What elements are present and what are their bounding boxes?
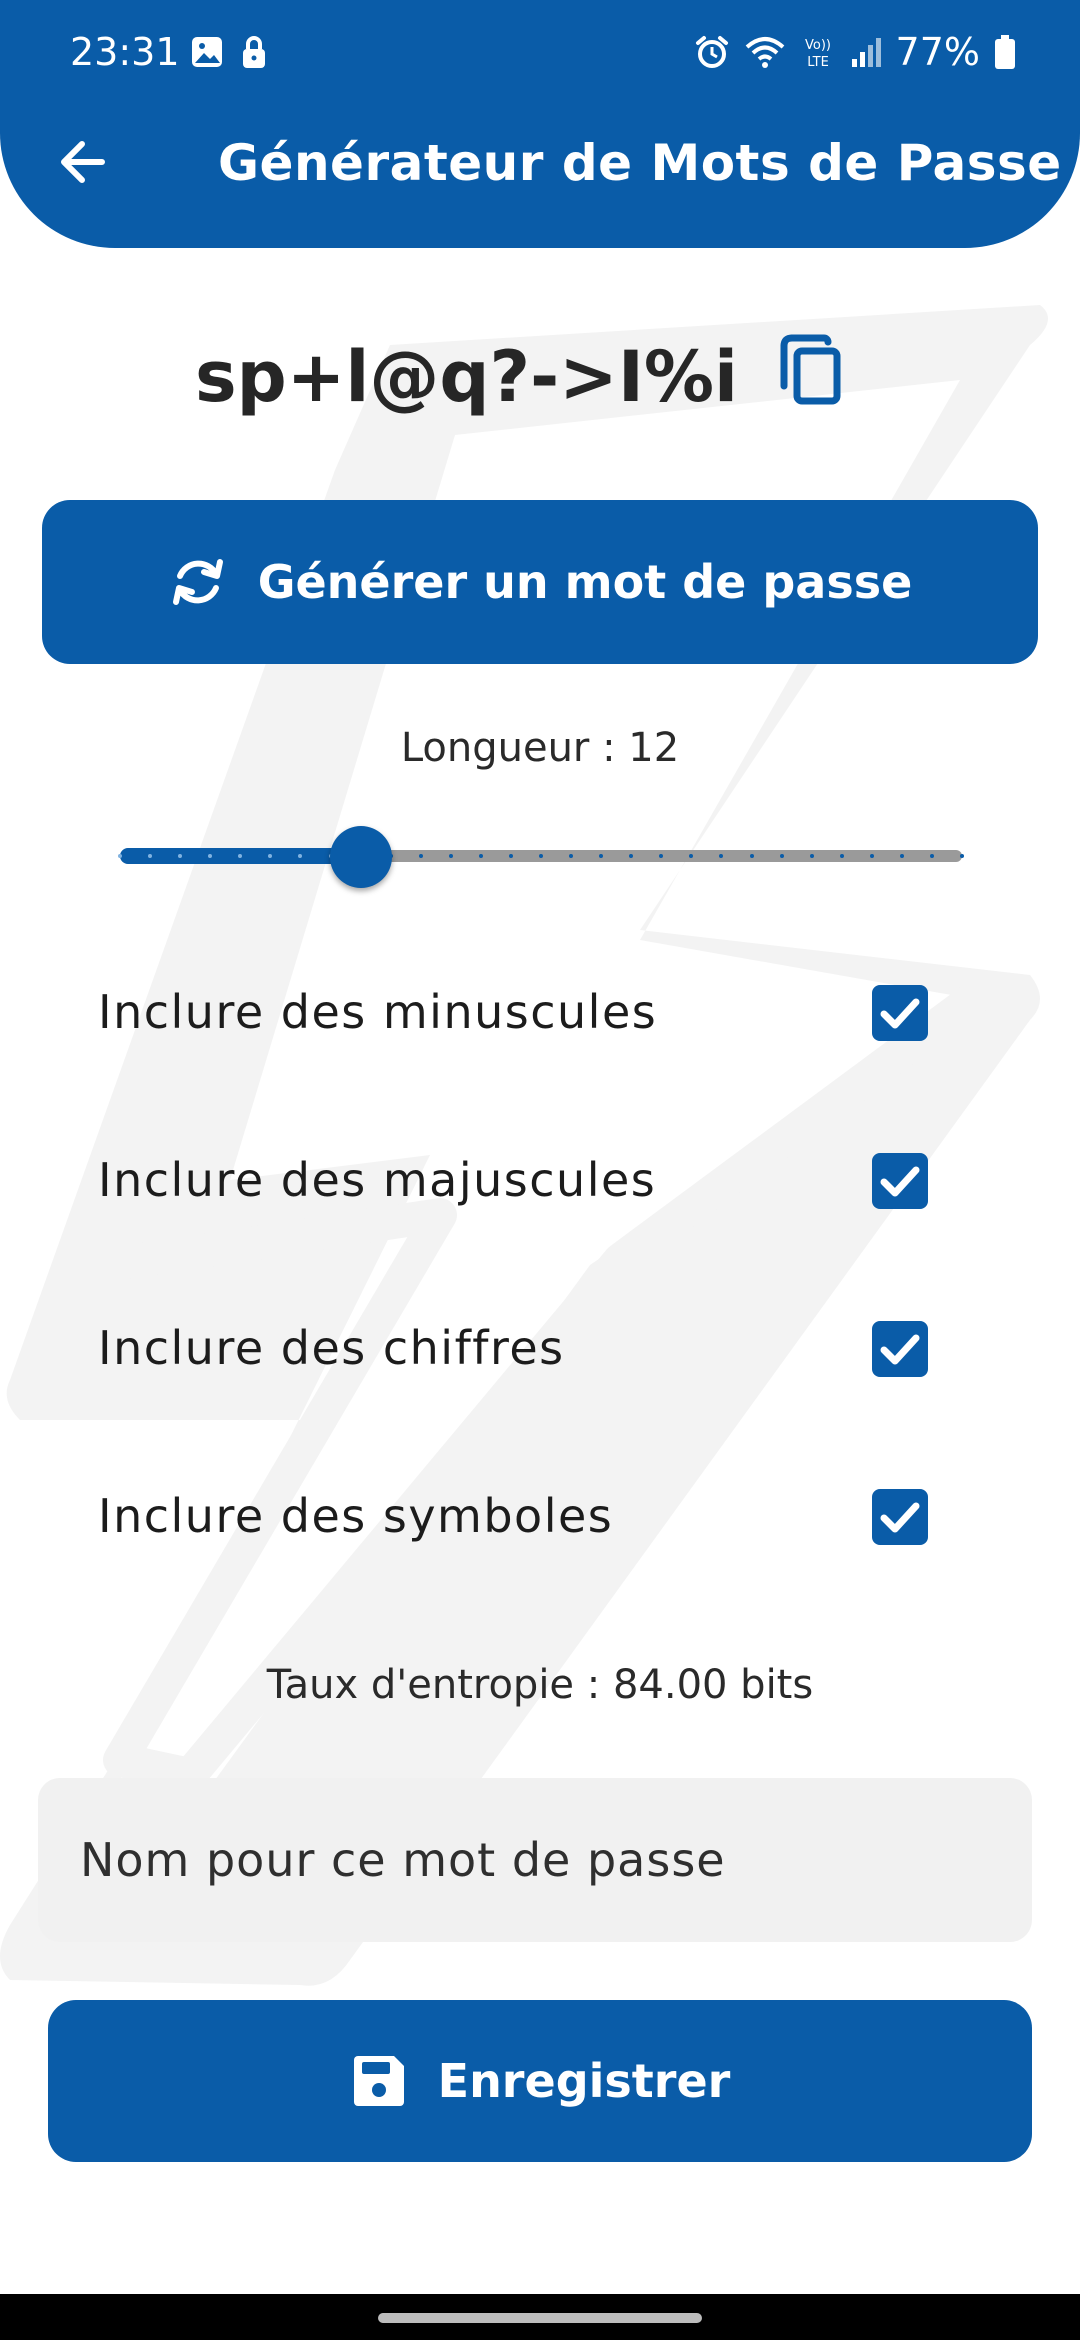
home-indicator[interactable] <box>378 2313 702 2323</box>
option-lowercase[interactable]: Inclure des minuscules <box>0 955 1080 1065</box>
option-digits[interactable]: Inclure des chiffres <box>0 1291 1080 1401</box>
page-title: Générateur de Mots de Passe <box>218 134 1062 192</box>
slider-tick <box>839 854 844 858</box>
option-label: Inclure des majuscules <box>98 1153 657 1207</box>
save-button-label: Enregistrer <box>437 2054 731 2108</box>
slider-tick <box>539 854 543 858</box>
check-icon <box>880 998 920 1029</box>
app-header: 23:31 Vo)) LTE 77% Générateur de Mots de… <box>0 0 1080 248</box>
signal-icon <box>851 38 881 67</box>
length-slider[interactable] <box>118 826 964 888</box>
save-button[interactable]: Enregistrer <box>48 2000 1032 2162</box>
slider-tick <box>418 854 423 858</box>
status-time: 23:31 <box>70 30 180 74</box>
lowercase-checkbox[interactable] <box>872 985 928 1041</box>
option-label: Inclure des chiffres <box>98 1321 565 1375</box>
generated-password: sp+l@q?->I%i <box>195 336 739 418</box>
svg-text:Vo)): Vo)) <box>805 38 831 53</box>
status-left-icons <box>190 34 268 70</box>
option-label: Inclure des symboles <box>98 1489 614 1543</box>
slider-tick <box>118 854 122 858</box>
entropy-label: Taux d'entropie : 84.00 bits <box>266 1662 814 1708</box>
copy-icon[interactable] <box>778 332 844 406</box>
generate-button-label: Générer un mot de passe <box>257 555 913 609</box>
arrow-left-icon[interactable] <box>52 130 116 194</box>
status-right-icons: Vo)) LTE 77% <box>694 30 1016 74</box>
refresh-icon <box>172 559 223 605</box>
slider-tick <box>779 854 784 858</box>
slider-tick <box>899 854 904 858</box>
slider-thumb[interactable] <box>329 826 392 888</box>
slider-tick <box>929 854 934 858</box>
slider-tick <box>960 854 964 858</box>
check-icon <box>880 1166 920 1197</box>
slider-tick <box>749 854 754 858</box>
generated-password-row: sp+l@q?->I%i <box>0 330 1080 420</box>
lock-icon <box>243 36 265 68</box>
option-label: Inclure des minuscules <box>98 985 658 1039</box>
option-uppercase[interactable]: Inclure des majuscules <box>0 1123 1080 1233</box>
slider-tick <box>508 854 513 858</box>
option-symbols[interactable]: Inclure des symboles <box>0 1459 1080 1569</box>
volte-icon: Vo)) LTE <box>805 38 831 70</box>
generate-password-button[interactable]: Générer un mot de passe <box>42 500 1038 664</box>
length-label: Longueur : 12 <box>400 725 680 771</box>
check-icon <box>880 1334 920 1365</box>
digits-checkbox[interactable] <box>872 1321 928 1377</box>
battery-level: 77% <box>895 30 980 74</box>
alarm-icon <box>695 36 728 68</box>
save-icon <box>353 2056 404 2106</box>
password-name-input[interactable] <box>38 1778 1032 1942</box>
battery-icon <box>995 35 1015 69</box>
image-icon <box>192 37 222 67</box>
slider-tick <box>809 854 814 858</box>
slider-tick <box>869 854 874 858</box>
slider-tick <box>478 854 483 858</box>
wifi-icon <box>745 37 784 68</box>
symbols-checkbox[interactable] <box>872 1489 928 1545</box>
slider-tick <box>448 854 453 858</box>
uppercase-checkbox[interactable] <box>872 1153 928 1209</box>
check-icon <box>880 1502 920 1533</box>
svg-text:LTE: LTE <box>807 55 829 70</box>
